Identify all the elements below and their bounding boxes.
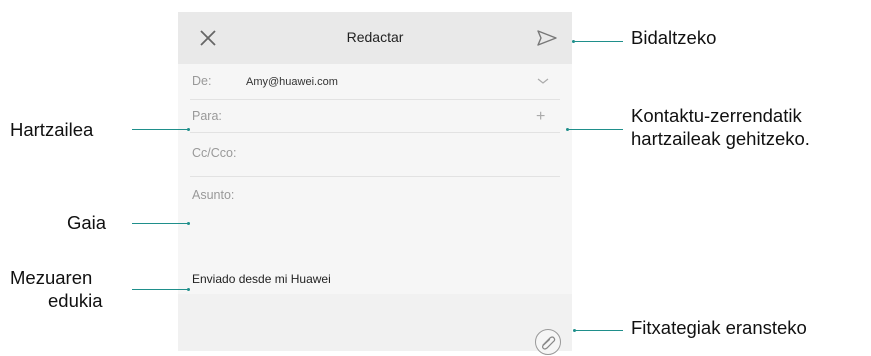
recipient-annotation: Hartzailea — [10, 119, 94, 140]
to-field[interactable]: Para: — [192, 109, 222, 123]
message-body[interactable]: Enviado desde mi Huawei — [192, 272, 331, 286]
leader-line — [132, 289, 188, 291]
top-bar: Redactar — [178, 12, 572, 64]
send-icon[interactable] — [536, 28, 558, 48]
divider — [190, 176, 560, 177]
cc-field[interactable]: Cc/Cco: — [192, 146, 236, 160]
page-title: Redactar — [346, 29, 404, 45]
divider — [190, 132, 560, 133]
leader-line — [576, 330, 623, 332]
leader-dot — [187, 222, 190, 225]
attach-annotation: Fitxategiak eransteko — [631, 317, 807, 338]
leader-line — [132, 129, 188, 131]
leader-dot — [187, 288, 190, 291]
message-annotation-line1: Mezuaren — [10, 267, 93, 288]
leader-line — [575, 41, 623, 43]
from-label: De: — [192, 74, 212, 88]
message-annotation-line2: edukia — [48, 290, 103, 311]
leader-line — [569, 129, 623, 131]
contacts-annotation-line2: hartzaileak gehitzeko. — [631, 128, 810, 149]
contacts-annotation-line1: Kontaktu-zerrendatik — [631, 105, 802, 126]
divider — [190, 99, 560, 100]
paperclip-icon[interactable] — [534, 328, 562, 356]
message-area[interactable] — [178, 294, 572, 351]
from-value[interactable]: Amy@huawei.com — [246, 76, 338, 88]
compose-screen: Redactar De: Amy@huawei.com Para: + Cc/C… — [178, 12, 572, 355]
leader-dot — [187, 128, 190, 131]
subject-field[interactable]: Asunto: — [192, 188, 234, 202]
leader-line — [132, 223, 188, 225]
subject-annotation: Gaia — [67, 212, 107, 233]
chevron-down-icon[interactable] — [536, 76, 550, 86]
plus-icon[interactable]: + — [536, 109, 545, 125]
send-annotation: Bidaltzeko — [631, 27, 717, 48]
